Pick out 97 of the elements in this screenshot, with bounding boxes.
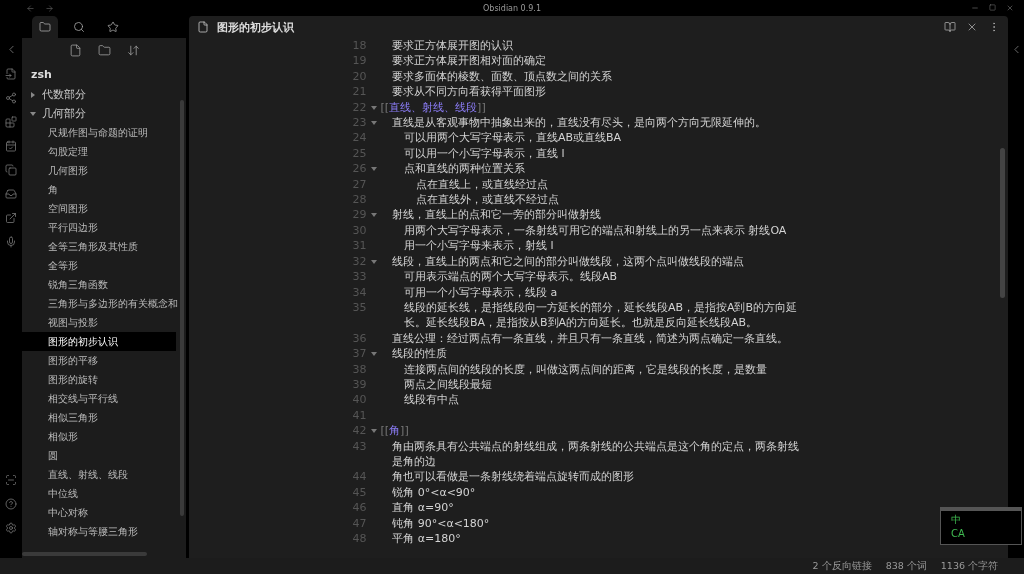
files-tab[interactable]: [32, 16, 58, 38]
internal-link[interactable]: [[角]]: [380, 424, 409, 438]
note-line: 锐角 0°<α<90°: [392, 485, 476, 499]
file-import-icon[interactable]: [5, 68, 17, 80]
fold-arrow-icon[interactable]: [370, 212, 377, 219]
back-arrow-icon[interactable]: [26, 3, 35, 13]
file-item[interactable]: 空间图形: [22, 199, 176, 218]
note-line: 角也可以看做是一条射线绕着端点旋转而成的图形: [392, 470, 635, 484]
file-item[interactable]: 中位线: [22, 484, 176, 503]
backlinks-count[interactable]: 2 个反向链接: [812, 559, 872, 573]
note-line: 直线是从客观事物中抽象出来的，直线没有尽头，是向两个方向无限延伸的。: [392, 116, 767, 130]
folder-arrow-icon[interactable]: [30, 110, 36, 117]
file-item[interactable]: 图形的旋转: [22, 370, 176, 389]
file-item[interactable]: 直线、射线、线段: [22, 465, 176, 484]
maximize-icon[interactable]: [989, 4, 996, 11]
file-item[interactable]: 图形的初步认识: [22, 332, 176, 351]
folder-item[interactable]: 代数部分: [42, 87, 86, 102]
forward-arrow-icon[interactable]: [45, 3, 54, 13]
file-item[interactable]: 平行四边形: [22, 218, 176, 237]
note-line: 射线，直线上的点和它一旁的部分叫做射线: [392, 208, 602, 222]
window-title: Obsidian 0.9.1: [483, 3, 541, 13]
file-item[interactable]: 全等形: [22, 256, 176, 275]
close-icon[interactable]: [966, 21, 978, 33]
note-line: 可以用一个小写字母表示，直线 l: [403, 146, 565, 160]
vault-name: zsh: [30, 67, 52, 83]
close-icon[interactable]: [1006, 4, 1014, 12]
file-item[interactable]: 尺规作图与命题的证明: [22, 123, 176, 142]
note-line: 要求正方体展开图的认识: [392, 39, 514, 52]
note-line: 点和直线的两种位置关系: [403, 162, 525, 176]
fold-arrow-icon[interactable]: [370, 258, 377, 265]
file-item[interactable]: 轴对称与等腰三角形: [22, 522, 176, 541]
file-item[interactable]: 图形的平移: [22, 351, 176, 370]
note-line: 可以用两个大写字母表示，直线AB或直线BA: [403, 131, 622, 145]
note-line: 两点之间线段最短: [403, 377, 492, 391]
note-line: 可用一个小写字母表示，线段 a: [403, 285, 558, 299]
file-item[interactable]: 全等三角形及其性质: [22, 237, 176, 256]
note-line: 要求从不同方向看获得平面图形: [392, 85, 547, 99]
file-icon: [197, 21, 209, 33]
scan-icon[interactable]: [5, 474, 17, 486]
file-item[interactable]: 相似形: [22, 427, 176, 446]
search-icon: [73, 21, 85, 33]
note-line: 用两个大写字母表示，一条射线可用它的端点和射线上的另一点来表示 射线OA: [403, 223, 787, 237]
fold-arrow-icon[interactable]: [370, 428, 377, 435]
folder-icon: [39, 21, 51, 33]
internal-link[interactable]: [[直线、射线、线段]]: [380, 100, 486, 114]
copy-icon[interactable]: [5, 164, 17, 176]
open-link-icon[interactable]: [5, 212, 17, 224]
fold-arrow-icon[interactable]: [370, 104, 377, 111]
note-line: 连接两点间的线段的长度，叫做这两点间的距离，它是线段的长度，是数量: [403, 362, 767, 376]
note-line: 要求多面体的棱数、面数、顶点数之间的关系: [392, 69, 613, 83]
note-line: 直线公理：经过两点有一条直线，并且只有一条直线，简述为两点确定一条直线。: [392, 331, 789, 345]
file-item[interactable]: 几何图形: [22, 161, 176, 180]
new-note-icon[interactable]: [68, 44, 82, 57]
note-line: 直角 α=90°: [392, 501, 454, 515]
note-line: 点在直线外，或直线不经过点: [415, 193, 559, 207]
file-item[interactable]: 相似三角形: [22, 408, 176, 427]
note-line: 平角 α=180°: [392, 532, 461, 545]
star-icon: [107, 21, 119, 33]
file-item[interactable]: 角: [22, 180, 176, 199]
blocks-icon[interactable]: [5, 116, 17, 128]
calendar-icon[interactable]: [5, 140, 17, 152]
settings-icon[interactable]: [5, 522, 17, 534]
help-icon[interactable]: [5, 498, 17, 510]
file-item[interactable]: 视图与投影: [22, 313, 176, 332]
file-item[interactable]: 三角形与多边形的有关概念和: [22, 294, 176, 313]
inbox-icon[interactable]: [5, 188, 17, 200]
file-item[interactable]: 圆: [22, 446, 176, 465]
note-line: 线段的延长线，是指线段向一方延长的部分，延长线段AB，是指按A到B的方向延长。延长线段BA，是指按从B到A的方向延长。也就是反向延长线段AB。: [403, 300, 798, 330]
note-line: 用一个小写字母来表示，射线 l: [403, 239, 554, 253]
sort-icon[interactable]: [126, 44, 140, 57]
microphone-icon[interactable]: [5, 236, 17, 248]
fold-arrow-icon[interactable]: [370, 351, 377, 358]
file-item[interactable]: 锐角三角函数: [22, 275, 176, 294]
note-line: 线段的性质: [392, 347, 448, 361]
scrollbar-thumb[interactable]: [1000, 148, 1005, 298]
file-item[interactable]: 中心对称: [22, 503, 176, 522]
new-folder-icon[interactable]: [97, 44, 111, 57]
note-line: 可用表示端点的两个大写字母表示。线段AB: [403, 270, 617, 284]
note-line: 线段，直线上的两点和它之间的部分叫做线段，这两个点叫做线段的端点: [392, 254, 745, 268]
note-line: 线段有中点: [403, 393, 459, 407]
note-line: 角由两条具有公共端点的射线组成，两条射线的公共端点是这个角的定点，两条射线是角的边: [392, 439, 800, 468]
note-title: 图形的初步认识: [217, 19, 294, 35]
note-line: 钝角 90°<α<180°: [392, 516, 490, 530]
file-item[interactable]: 勾股定理: [22, 142, 176, 161]
character-count: 1136 个字符: [940, 559, 998, 573]
input-mode: 中: [951, 513, 961, 527]
fold-arrow-icon[interactable]: [370, 120, 377, 127]
caps-indicator: CA: [951, 527, 965, 541]
fold-arrow-icon[interactable]: [370, 166, 377, 173]
folder-item[interactable]: 几何部分: [42, 106, 86, 121]
note-line: 点在直线上，或直线经过点: [415, 177, 548, 191]
reading-view-icon[interactable]: [944, 21, 956, 33]
file-item[interactable]: 相交线与平行线: [22, 389, 176, 408]
graph-icon[interactable]: [5, 92, 17, 104]
folder-arrow-icon[interactable]: [30, 91, 36, 98]
note-line: 要求正方体展开图相对面的确定: [392, 54, 547, 68]
word-count: 838 个词: [885, 559, 927, 573]
